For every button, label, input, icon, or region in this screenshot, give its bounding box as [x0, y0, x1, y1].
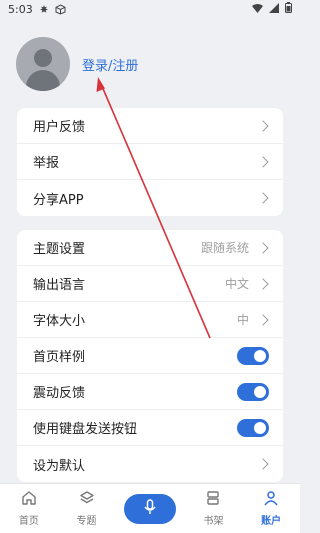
- row-vibration-feedback: 震动反馈: [17, 374, 283, 410]
- chevron-right-icon: [257, 313, 269, 326]
- login-register-link[interactable]: 登录/注册: [82, 55, 138, 74]
- row-output-language[interactable]: 输出语言 中文: [17, 266, 283, 302]
- row-label: 举报: [33, 156, 60, 171]
- row-value: 中: [236, 313, 249, 327]
- cube-icon: [55, 3, 66, 15]
- microphone-icon: [143, 498, 157, 519]
- chevron-right-icon: [257, 277, 269, 290]
- nav-label: 书架: [203, 516, 224, 527]
- signal-icon: [269, 2, 279, 16]
- settings-group: 主题设置 跟随系统 输出语言 中文 字体大小 中 首页样例 震动反馈 使用键盘发…: [17, 230, 283, 482]
- chevron-right-icon: [257, 241, 269, 254]
- account-icon: [263, 490, 279, 512]
- chevron-right-icon: [257, 155, 269, 168]
- settings-icon: [39, 4, 49, 14]
- nav-account[interactable]: 账户: [242, 484, 300, 533]
- row-label: 分享APP: [33, 192, 84, 208]
- row-value: 中文: [224, 277, 249, 291]
- profile-header: 登录/注册: [16, 32, 284, 96]
- chevron-right-icon: [257, 458, 269, 470]
- row-report[interactable]: 举报: [17, 144, 283, 180]
- status-time: 5:03: [8, 2, 33, 16]
- nav-topics[interactable]: 专题: [58, 484, 116, 533]
- wifi-icon: [252, 3, 263, 16]
- row-label: 输出语言: [33, 278, 86, 293]
- nav-label: 账户: [261, 516, 282, 527]
- row-user-feedback[interactable]: 用户反馈: [17, 108, 283, 144]
- row-set-default[interactable]: 设为默认: [17, 446, 283, 482]
- keyboard-send-toggle[interactable]: [237, 418, 269, 437]
- chevron-right-icon: [257, 192, 269, 204]
- layers-icon: [79, 490, 95, 512]
- row-label: 震动反馈: [33, 386, 86, 401]
- row-keyboard-send: 使用键盘发送按钮: [17, 410, 283, 446]
- row-label: 设为默认: [33, 458, 86, 474]
- row-label: 主题设置: [33, 242, 86, 257]
- home-examples-toggle[interactable]: [237, 346, 269, 365]
- row-share-app[interactable]: 分享APP: [17, 180, 283, 216]
- bottom-nav: 首页 专题 书架 账户: [0, 483, 300, 533]
- nav-bookshelf[interactable]: 书架: [185, 484, 243, 533]
- row-font-size[interactable]: 字体大小 中: [17, 302, 283, 338]
- nav-label: 专题: [76, 516, 97, 527]
- chevron-right-icon: [257, 119, 269, 132]
- row-value: 跟随系统: [200, 241, 249, 255]
- vibration-feedback-toggle[interactable]: [237, 382, 269, 401]
- nav-home[interactable]: 首页: [0, 484, 58, 533]
- status-bar: 5:03: [0, 0, 300, 18]
- user-avatar-icon[interactable]: [16, 37, 70, 91]
- home-icon: [21, 490, 37, 512]
- row-home-examples: 首页样例: [17, 338, 283, 374]
- row-label: 用户反馈: [33, 120, 86, 135]
- battery-icon: [285, 2, 292, 16]
- row-theme-settings[interactable]: 主题设置 跟随系统: [17, 230, 283, 266]
- row-label: 首页样例: [33, 350, 86, 365]
- mic-wrapper: [115, 493, 184, 524]
- row-label: 使用键盘发送按钮: [33, 422, 138, 437]
- bookshelf-icon: [205, 490, 221, 512]
- voice-input-button[interactable]: [123, 493, 176, 524]
- feedback-group: 用户反馈 举报 分享APP: [17, 108, 283, 216]
- nav-label: 首页: [18, 516, 39, 527]
- row-label: 字体大小: [33, 314, 86, 329]
